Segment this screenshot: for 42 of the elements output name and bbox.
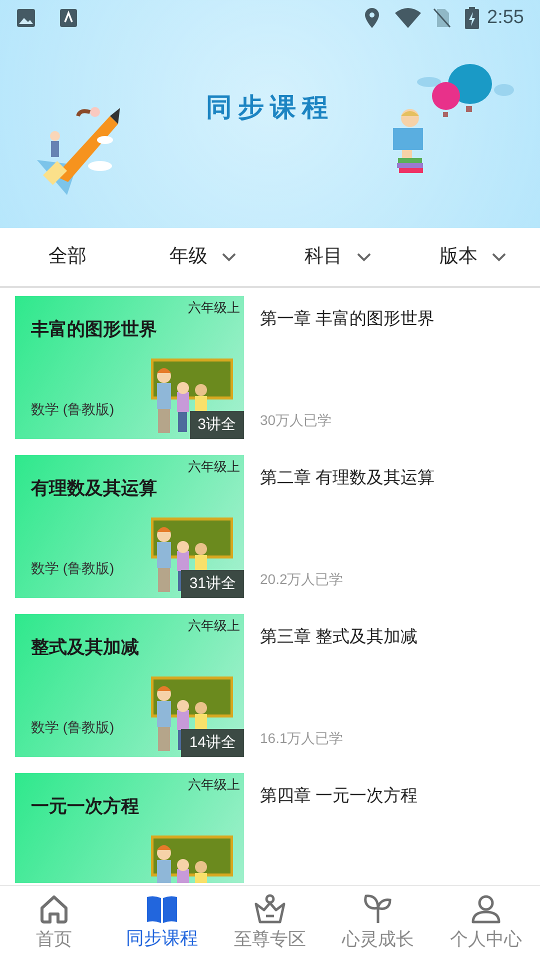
grade-label: 六年级上 [188,458,240,476]
course-title: 第四章 一元一次方程 [260,785,418,807]
course-title: 第二章 有理数及其运算 [260,467,435,489]
clock-time: 2:55 [487,6,524,30]
sprout-icon [362,894,394,924]
grade-label: 六年级上 [188,299,240,317]
battery-icon [465,7,480,29]
cover-title: 整式及其加减 [31,636,139,659]
nav-tab[interactable]: 同步课程 [108,886,216,960]
wifi-icon [395,8,422,28]
lesson-count-badge: 31讲全 [181,570,244,598]
course-item[interactable]: 六年级上 丰富的图形世界 数学 (鲁教版) 3讲全 第一章 丰富的图形世界 30万人已学 [0,296,540,439]
subject-label: 数学 (鲁教版) [31,400,114,419]
grade-label: 六年级上 [188,617,240,635]
learner-count: 20.2万人已学 [260,570,344,589]
book-icon [146,894,178,922]
lesson-count-badge: 14讲全 [181,728,244,757]
filter-tab[interactable]: 科目 [270,228,405,286]
subject-label: 数学 (鲁教版) [31,559,114,578]
course-title: 第三章 整式及其加减 [260,626,418,648]
no-sim-icon [433,8,452,28]
person-icon [470,894,502,924]
course-title: 第一章 丰富的图形世界 [260,308,435,330]
home-icon [38,894,70,924]
image-icon [16,8,36,28]
learner-count: 30万人已学 [260,411,333,430]
subject-label: 数学 (鲁教版) [31,718,114,737]
lesson-count-badge: 3讲全 [190,410,244,439]
filter-tab[interactable]: 全部 [0,228,135,286]
filter-tab[interactable]: 版本 [405,228,540,286]
grade-label: 六年级上 [188,776,240,794]
location-icon [365,8,380,28]
crown-icon [254,894,286,924]
cover-title: 有理数及其运算 [31,477,157,500]
text-icon [60,8,78,28]
course-item[interactable]: 六年级上 整式及其加减 数学 (鲁教版) 14讲全 第三章 整式及其加减 16.1万人已学 [0,614,540,757]
learner-count: 16.1万人已学 [260,729,344,748]
cover-title: 一元一次方程 [31,795,139,818]
banner-title: 同步课程 [206,91,334,124]
cover-title: 丰富的图形世界 [31,318,157,341]
course-item[interactable]: 六年级上 有理数及其运算 数学 (鲁教版) 31讲全 第二章 有理数及其运算 20.2万人已学 [0,455,540,598]
filter-tab[interactable]: 年级 [135,228,270,286]
